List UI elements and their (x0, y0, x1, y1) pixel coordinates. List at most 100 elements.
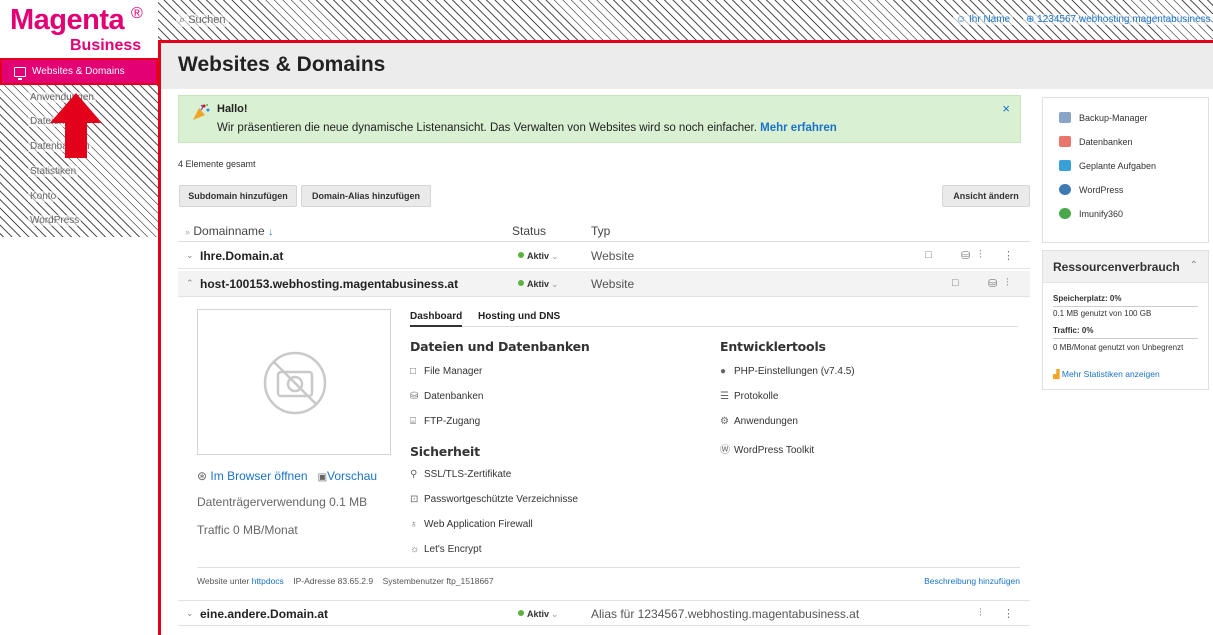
column-type[interactable]: Typ (591, 224, 610, 238)
resource-usage-header[interactable]: Ressourcenverbrauch ⌃ (1043, 251, 1208, 283)
tab-hosting-dns[interactable]: Hosting und DNS (478, 311, 560, 322)
settings-sliders-icon[interactable]: ⫶ (1006, 277, 1009, 290)
calendar-icon (1059, 160, 1071, 171)
sidebar-item-statistiken[interactable]: Statistiken (28, 166, 79, 177)
databases-tool-link[interactable]: Datenbanken (1059, 136, 1133, 147)
lets-encrypt-icon: ☼ (410, 544, 420, 555)
certificate-icon: ⚲ (410, 469, 418, 480)
website-preview[interactable] (197, 309, 391, 455)
chevron-down-icon[interactable]: ⌄ (186, 250, 194, 261)
add-description-link[interactable]: Beschreibung hinzufügen (924, 576, 1020, 586)
httpdocs-link[interactable]: httpdocs (252, 576, 284, 586)
table-row[interactable]: ⌄ eine.andere.Domain.at Aktiv ⌄ Alias für… (178, 600, 1030, 626)
status-dot-icon (518, 610, 524, 616)
more-options-icon[interactable]: ⋮ (1003, 249, 1014, 262)
protected-directories-link[interactable]: ⊡ Passwortgeschützte Verzeichnisse (410, 494, 578, 505)
file-manager-link[interactable]: □ File Manager (410, 366, 482, 377)
wordpress-toolkit-link[interactable]: Ⓦ WordPress Toolkit (720, 441, 814, 456)
column-domainname-label: Domainname (193, 224, 265, 238)
add-domain-alias-button[interactable]: Domain-Alias hinzufügen (301, 185, 431, 207)
ftp-icon: ⌸ (410, 416, 416, 427)
applications-link[interactable]: ⚙ Anwendungen (720, 416, 798, 427)
column-status[interactable]: Status (512, 224, 546, 238)
storage-bar (1053, 306, 1198, 307)
table-row[interactable]: ⌄ Ihre.Domain.at Aktiv ⌄ Website □ ⛁ ⫶ ⋮ (178, 243, 1030, 269)
wordpress-icon: Ⓦ (720, 445, 730, 456)
sidebar-item-konto[interactable]: Konto (28, 191, 59, 202)
web-application-firewall-label: Web Application Firewall (424, 519, 533, 530)
open-in-browser-link[interactable]: ⊛ Im Browser öffnen (197, 469, 308, 483)
account-name: 1234567.webhosting.magentabusiness.at (1037, 14, 1213, 25)
lets-encrypt-link[interactable]: ☼ Let's Encrypt (410, 544, 482, 555)
database-icon[interactable]: ⛁ (988, 277, 997, 290)
globe-icon: ⊛ (197, 469, 208, 483)
domain-name[interactable]: host-100153.webhosting.magentabusiness.a… (200, 277, 458, 291)
user-menu[interactable]: ☺ Ihr Name (953, 14, 1014, 25)
ftp-access-link[interactable]: ⌸ FTP-Zugang (410, 416, 480, 427)
table-row-expanded[interactable]: ⌃ host-100153.webhosting.magentabusiness… (178, 271, 1030, 297)
protected-directories-label: Passwortgeschützte Verzeichnisse (424, 494, 578, 505)
more-statistics-link[interactable]: ▟ Mehr Statistiken anzeigen (1053, 369, 1160, 380)
sidebar: Magenta ® Business Websites & Domains An… (0, 0, 158, 635)
scheduled-tasks-link[interactable]: Geplante Aufgaben (1059, 160, 1156, 171)
search-input[interactable]: ⌕ Suchen (176, 14, 229, 27)
chevron-up-icon[interactable]: ⌃ (186, 278, 194, 289)
imunify-icon (1059, 208, 1071, 219)
web-application-firewall-link[interactable]: ♁ Web Application Firewall (410, 519, 533, 530)
status-badge[interactable]: Aktiv ⌄ (518, 609, 559, 620)
status-badge[interactable]: Aktiv ⌄ (518, 279, 559, 290)
tab-dashboard[interactable]: Dashboard (410, 311, 463, 327)
backup-icon (1059, 112, 1071, 123)
red-arrow-annotation (50, 93, 102, 158)
user-name: Ihr Name (969, 14, 1011, 25)
settings-sliders-icon[interactable]: ⫶ (979, 607, 982, 620)
database-icon (1059, 136, 1071, 147)
chevron-down-icon: » (185, 227, 191, 237)
table-header: » Domainname ↓ Status Typ (178, 218, 1030, 242)
folder-icon[interactable]: □ (925, 249, 932, 261)
php-icon: ● (720, 366, 727, 377)
account-menu[interactable]: ⊕ 1234567.webhosting.magentabusiness.at (1023, 14, 1213, 25)
learn-more-link[interactable]: Mehr erfahren (760, 122, 837, 134)
traffic-label: Traffic: 0% (1053, 326, 1094, 335)
wordpress-tool-link[interactable]: WordPress (1059, 184, 1123, 195)
column-domainname[interactable]: » Domainname ↓ (185, 224, 273, 238)
page-header: Websites & Domains (161, 43, 1213, 89)
preview-link[interactable]: ▣Vorschau (318, 469, 378, 483)
ssl-certificates-link[interactable]: ⚲ SSL/TLS-Zertifikate (410, 469, 511, 480)
domain-type: Website (591, 277, 635, 291)
sidebar-item-wordpress[interactable]: WordPress (28, 215, 82, 226)
tool-label: Backup-Manager (1079, 112, 1148, 123)
firewall-icon: ♁ (410, 519, 418, 530)
change-view-button[interactable]: Ansicht ändern (942, 185, 1030, 207)
backup-manager-link[interactable]: Backup-Manager (1059, 112, 1148, 123)
chevron-up-icon[interactable]: ⌃ (1190, 260, 1198, 271)
chevron-down-icon[interactable]: ⌄ (186, 608, 194, 619)
security-heading: Sicherheit (410, 444, 480, 459)
domain-name[interactable]: Ihre.Domain.at (200, 249, 283, 263)
imunify360-link[interactable]: Imunify360 (1059, 208, 1123, 219)
databases-link[interactable]: ⛁ Datenbanken (410, 391, 484, 402)
logs-link[interactable]: ☰ Protokolle (720, 391, 778, 402)
close-icon[interactable]: × (1002, 101, 1010, 116)
database-icon[interactable]: ⛁ (961, 249, 970, 262)
traffic-usage: Traffic 0 MB/Monat (197, 523, 298, 537)
files-databases-heading: Dateien und Datenbanken (410, 339, 590, 354)
storage-label: Speicherplatz: 0% (1053, 294, 1122, 303)
banner-message: Wir präsentieren die neue dynamische Lis… (217, 122, 837, 134)
folder-icon[interactable]: □ (952, 277, 959, 289)
domain-name[interactable]: eine.andere.Domain.at (200, 607, 328, 621)
detail-divider (197, 567, 1020, 568)
status-badge[interactable]: Aktiv ⌄ (518, 251, 559, 262)
chevron-down-icon: ⌄ (551, 251, 559, 261)
system-user: Systembenutzer ftp_1518667 (382, 576, 494, 586)
sidebar-item-websites-domains[interactable]: Websites & Domains (0, 58, 158, 85)
php-settings-link[interactable]: ● PHP-Einstellungen (v7.4.5) (720, 366, 855, 377)
domain-type: Website (591, 249, 635, 263)
domain-type: Alias für 1234567.webhosting.magentabusi… (591, 607, 860, 621)
database-icon: ⛁ (410, 391, 419, 402)
add-subdomain-button[interactable]: Subdomain hinzufügen (179, 185, 297, 207)
magenta-business-logo[interactable]: Magenta ® Business (10, 4, 155, 56)
more-options-icon[interactable]: ⋮ (1003, 607, 1014, 620)
settings-sliders-icon[interactable]: ⫶ (979, 249, 982, 262)
